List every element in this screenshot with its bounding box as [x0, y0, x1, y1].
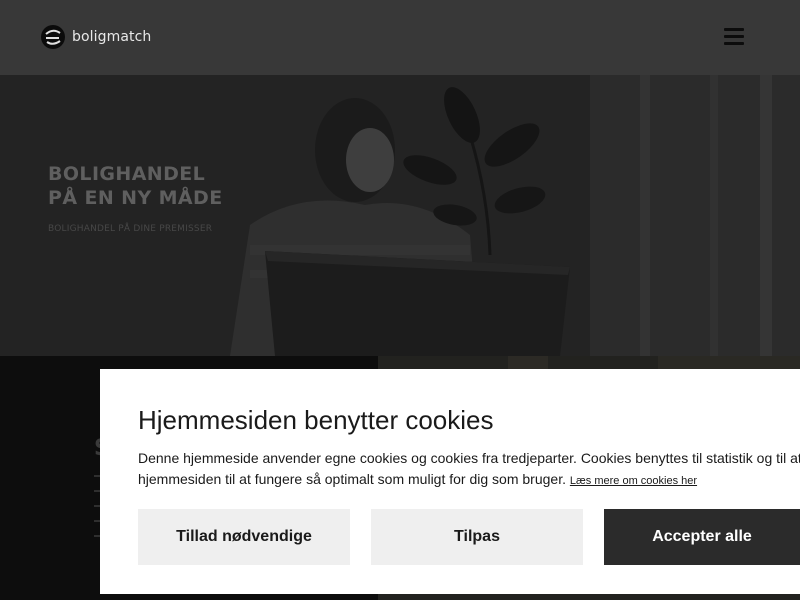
hero-title-line-2: PÅ EN NY MÅDE — [48, 187, 223, 209]
logo-text: boligmatch — [72, 29, 152, 45]
hero-title-line-1: BOLIGHANDEL — [48, 163, 206, 185]
hero-title: BOLIGHANDEL PÅ EN NY MÅDE — [48, 162, 223, 210]
allow-necessary-button[interactable]: Tillad nødvendige — [138, 509, 350, 565]
hero-section: BOLIGHANDEL PÅ EN NY MÅDE BOLIGHANDEL PÅ… — [0, 75, 800, 356]
accept-all-button[interactable]: Accepter alle — [604, 509, 800, 565]
cookie-banner-title: Hjemmesiden benytter cookies — [138, 405, 494, 435]
cookie-info-link[interactable]: Læs mere om cookies her — [570, 475, 697, 487]
customize-button[interactable]: Tilpas — [371, 509, 583, 565]
hero-photo — [0, 75, 800, 356]
hamburger-menu-icon[interactable] — [718, 22, 750, 50]
site-header: boligmatch — [0, 0, 800, 75]
logo[interactable]: boligmatch — [40, 24, 151, 50]
hero-subtitle: BOLIGHANDEL PÅ DINE PREMISSER — [48, 224, 213, 234]
boligmatch-logo-icon — [41, 25, 65, 49]
cookie-consent-banner: Hjemmesiden benytter cookies Denne hjemm… — [100, 369, 800, 594]
cookie-banner-body: Denne hjemmeside anvender egne cookies o… — [138, 450, 800, 487]
cookie-banner-text: Denne hjemmeside anvender egne cookies o… — [138, 448, 800, 492]
